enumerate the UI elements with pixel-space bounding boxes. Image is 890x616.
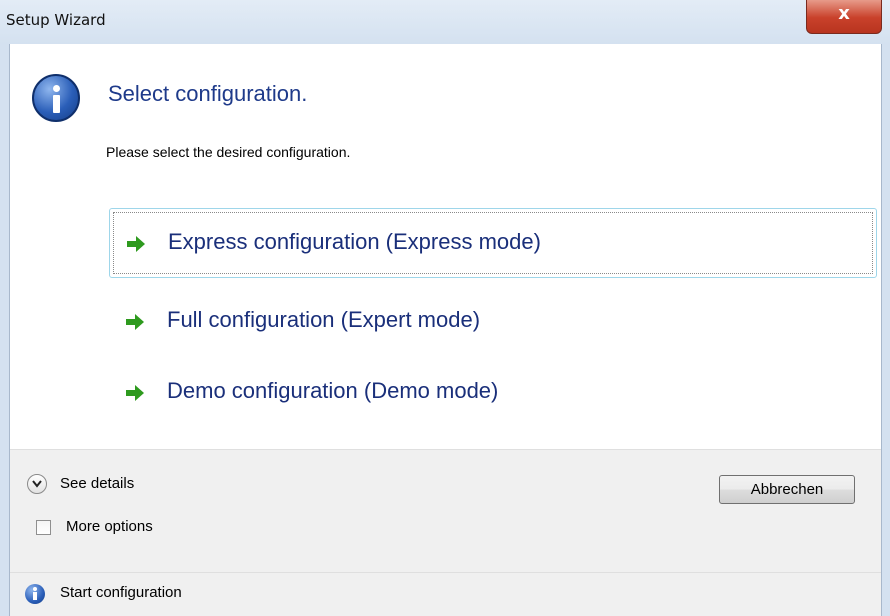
close-button[interactable]: x bbox=[806, 0, 882, 34]
more-options-checkbox[interactable] bbox=[36, 520, 51, 535]
see-details-label[interactable]: See details bbox=[60, 475, 134, 492]
green-arrow-icon bbox=[127, 236, 145, 252]
green-arrow-icon bbox=[126, 385, 144, 401]
option-full-configuration[interactable]: Full configuration (Expert mode) bbox=[109, 287, 877, 357]
window-title: Setup Wizard bbox=[6, 11, 106, 29]
page-description: Please select the desired configuration. bbox=[106, 144, 351, 160]
status-text: Start configuration bbox=[60, 584, 182, 601]
more-options-label[interactable]: More options bbox=[66, 518, 153, 535]
option-label: Express configuration (Express mode) bbox=[168, 229, 541, 254]
title-bar: Setup Wizard x bbox=[0, 0, 890, 44]
window-frame-left bbox=[0, 44, 9, 616]
status-bar: Start configuration bbox=[10, 572, 881, 616]
page-title: Select configuration. bbox=[108, 81, 308, 106]
dialog-footer: See details More options Abbrechen bbox=[10, 449, 881, 573]
dialog-content: Select configuration. Please select the … bbox=[9, 44, 882, 616]
option-label: Demo configuration (Demo mode) bbox=[167, 378, 499, 403]
option-demo-configuration[interactable]: Demo configuration (Demo mode) bbox=[109, 358, 877, 428]
option-label: Full configuration (Expert mode) bbox=[167, 307, 481, 332]
chevron-down-icon bbox=[32, 480, 42, 488]
window-frame-right bbox=[882, 44, 890, 616]
expand-details-button[interactable] bbox=[27, 474, 47, 494]
close-icon: x bbox=[838, 3, 850, 24]
info-icon bbox=[25, 584, 45, 604]
cancel-button[interactable]: Abbrechen bbox=[719, 475, 855, 504]
green-arrow-icon bbox=[126, 314, 144, 330]
option-express-configuration[interactable]: Express configuration (Express mode) bbox=[109, 208, 877, 278]
info-icon bbox=[32, 74, 80, 122]
